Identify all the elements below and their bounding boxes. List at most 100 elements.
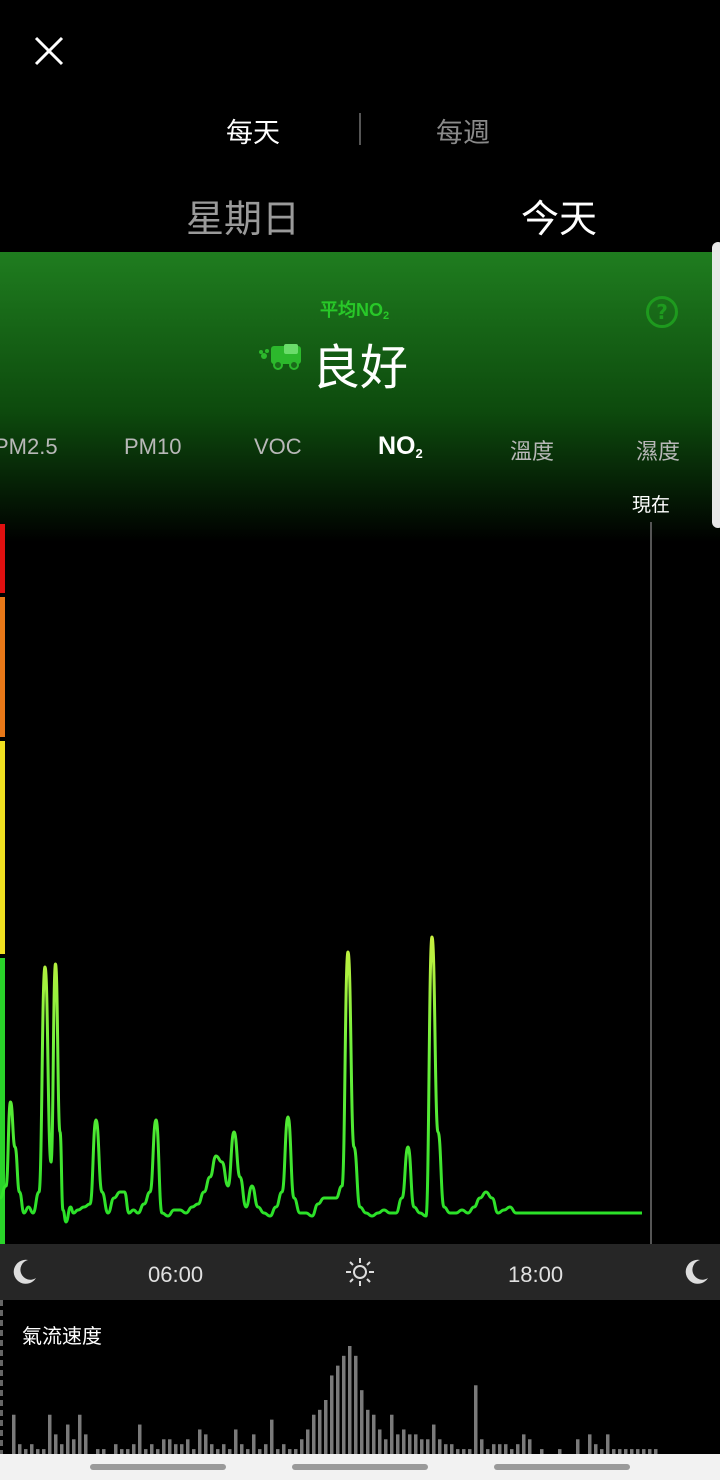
sun-icon	[346, 1258, 374, 1286]
day-selector: 星期日 今天	[0, 188, 720, 244]
airflow-bar	[372, 1414, 376, 1454]
airflow-bar	[438, 1439, 442, 1454]
airflow-bar	[366, 1409, 370, 1454]
airflow-bar	[396, 1434, 400, 1454]
moon-icon	[685, 1259, 708, 1284]
nav-home[interactable]	[292, 1464, 428, 1470]
tab-pm10[interactable]: PM10	[124, 434, 181, 460]
day-current[interactable]: 今天	[521, 188, 597, 243]
car-icon	[259, 344, 301, 370]
no2-line-chart	[0, 935, 642, 1224]
airflow-bar	[282, 1444, 286, 1454]
airflow-bar	[222, 1444, 226, 1454]
airflow-bar	[384, 1439, 388, 1454]
airflow-bar	[414, 1434, 418, 1454]
airflow-bar	[180, 1444, 184, 1454]
tab-daily[interactable]: 每天	[226, 111, 280, 150]
airflow-bar	[330, 1375, 334, 1454]
airflow-bar-chart	[12, 1346, 658, 1454]
airflow-bar	[498, 1444, 502, 1454]
airflow-bar	[576, 1439, 580, 1454]
airflow-bar	[198, 1429, 202, 1454]
question-circle-icon[interactable]: ?	[646, 296, 678, 328]
nav-recents[interactable]	[494, 1464, 630, 1470]
airflow-bar	[300, 1439, 304, 1454]
airflow-bar	[72, 1439, 76, 1454]
airflow-bar	[444, 1444, 448, 1454]
airflow-bar	[402, 1429, 406, 1454]
average-label: 平均NO2	[320, 300, 390, 322]
airflow-bar	[48, 1414, 52, 1454]
airflow-bar	[168, 1439, 172, 1454]
moon-icon	[13, 1259, 36, 1284]
airflow-bar	[204, 1434, 208, 1454]
airflow-bar	[186, 1439, 190, 1454]
airflow-bar	[318, 1409, 322, 1454]
tab-no2[interactable]: NO2	[378, 432, 423, 461]
airflow-bar	[522, 1434, 526, 1454]
tab-pm25[interactable]: PM2.5	[0, 434, 58, 460]
airflow-bar	[606, 1434, 610, 1454]
tab-humidity[interactable]: 濕度	[636, 434, 680, 466]
tab-weekly[interactable]: 每週	[436, 111, 490, 150]
nav-back[interactable]	[90, 1464, 226, 1470]
airflow-bar	[60, 1444, 64, 1454]
scroll-handle[interactable]	[712, 242, 720, 528]
tick-1800: 18:00	[508, 1262, 564, 1287]
tab-voc[interactable]: VOC	[254, 434, 302, 460]
airflow-bar	[114, 1444, 118, 1454]
divider	[359, 113, 361, 145]
now-label: 現在	[632, 494, 671, 516]
close-button[interactable]	[28, 30, 70, 72]
airflow-bar	[306, 1429, 310, 1454]
airflow-bar	[594, 1444, 598, 1454]
airflow-bar	[348, 1346, 352, 1454]
airflow-bar	[12, 1414, 16, 1454]
airflow-bar	[150, 1444, 154, 1454]
airflow-bar	[354, 1355, 358, 1454]
airflow-bar	[132, 1444, 136, 1454]
airflow-bar	[252, 1434, 256, 1454]
time-axis: 06:00 18:00	[0, 1244, 720, 1300]
airflow-bar	[390, 1414, 394, 1454]
system-nav-bar	[0, 1454, 720, 1480]
airflow-bar	[432, 1424, 436, 1454]
airflow-bar	[264, 1444, 268, 1454]
airflow-section: 氣流速度	[0, 1300, 720, 1454]
no2-series-line	[0, 935, 642, 1224]
airflow-bar	[234, 1429, 238, 1454]
status-text: 良好	[312, 340, 409, 396]
airflow-bar	[312, 1414, 316, 1454]
day-previous[interactable]: 星期日	[186, 188, 300, 243]
airflow-bar	[504, 1444, 508, 1454]
airflow-bar	[336, 1365, 340, 1454]
airflow-bar	[360, 1390, 364, 1454]
airflow-bar	[54, 1434, 58, 1454]
airflow-bar	[66, 1424, 70, 1454]
airflow-bar	[270, 1419, 274, 1454]
airflow-bar	[420, 1439, 424, 1454]
airflow-bar	[174, 1444, 178, 1454]
airflow-bar	[516, 1444, 520, 1454]
airflow-bar	[324, 1400, 328, 1454]
airflow-bar	[450, 1444, 454, 1454]
airflow-bar	[30, 1444, 34, 1454]
airflow-bar	[408, 1434, 412, 1454]
airflow-bar	[474, 1385, 478, 1454]
airflow-bar	[138, 1424, 142, 1454]
metric-tabs: PM2.5 PM10 VOC NO2 溫度 濕度	[0, 430, 720, 470]
airflow-bar	[78, 1414, 82, 1454]
airflow-bar	[18, 1444, 22, 1454]
airflow-bar	[528, 1439, 532, 1454]
tab-temperature[interactable]: 溫度	[510, 434, 554, 466]
airflow-bar	[240, 1444, 244, 1454]
airflow-bar	[480, 1439, 484, 1454]
tick-0600: 06:00	[148, 1262, 204, 1287]
airflow-bar	[588, 1434, 592, 1454]
close-icon	[34, 36, 64, 66]
airflow-bar	[492, 1444, 496, 1454]
airflow-bar	[84, 1434, 88, 1454]
airflow-bar	[426, 1439, 430, 1454]
period-toggle: 每天 每週	[0, 105, 720, 151]
airflow-bar	[378, 1429, 382, 1454]
